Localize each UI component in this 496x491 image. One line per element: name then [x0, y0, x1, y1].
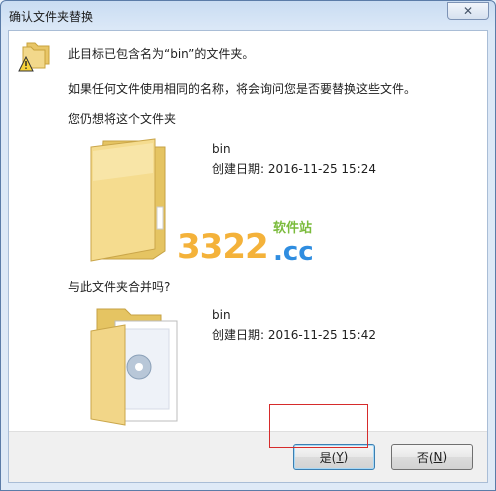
target-folder-created: 创建日期: 2016-11-25 15:24: [212, 162, 376, 176]
already-contains-message: 此目标已包含名为“bin”的文件夹。: [68, 47, 255, 61]
replace-files-message: 如果任何文件使用相同的名称，将会询问您是否要替换这些文件。: [68, 82, 417, 96]
source-folder-name: bin: [212, 308, 231, 322]
yes-button-highlight: [269, 404, 368, 448]
source-folder-icon[interactable]: [87, 301, 187, 427]
source-folder-created: 创建日期: 2016-11-25 15:42: [212, 328, 376, 342]
watermark-number: 3322: [177, 227, 269, 267]
close-icon: ✕: [462, 4, 474, 18]
target-folder-name: bin: [212, 142, 231, 156]
warning-folder-icon: [18, 42, 50, 72]
watermark-site-label: 软件站: [273, 221, 313, 236]
close-button[interactable]: ✕: [447, 2, 489, 20]
target-folder-icon[interactable]: [87, 135, 177, 263]
dialog-client-area: 此目标已包含名为“bin”的文件夹。 如果任何文件使用相同的名称，将会询问您是否…: [8, 30, 488, 483]
dialog-footer: 是(Y) 否(N): [9, 431, 487, 482]
no-button[interactable]: 否(N): [391, 444, 473, 470]
watermark-domain: .cc: [273, 237, 314, 267]
window-title: 确认文件夹替换: [9, 10, 94, 24]
still-want-message: 您仍想将这个文件夹: [68, 112, 177, 126]
confirm-folder-replace-window: 确认文件夹替换 ✕ 此目标已包含名为“bin”的文件夹。 如果任何文件使用相同的…: [0, 0, 496, 491]
merge-question: 与此文件夹合并吗?: [68, 280, 171, 294]
